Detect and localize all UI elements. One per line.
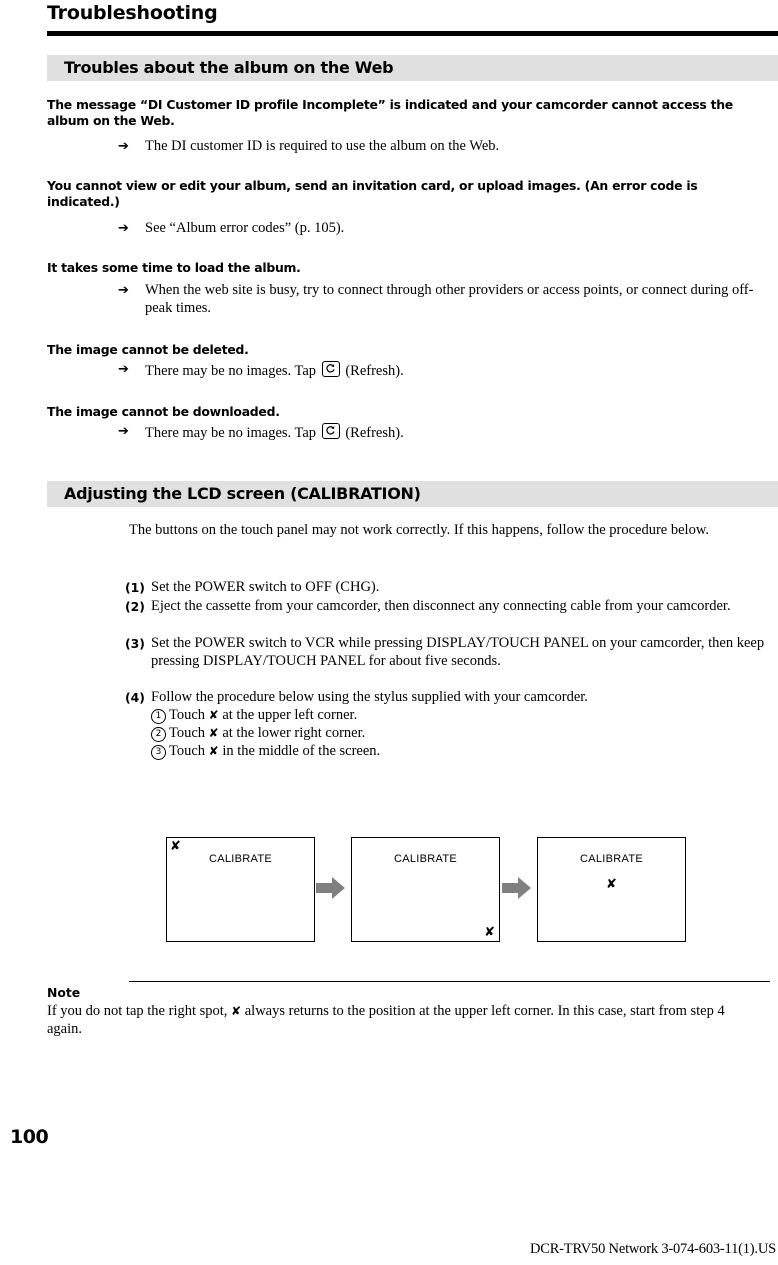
document-footer: DCR-TRV50 Network 3-074-603-11(1).US bbox=[529, 1241, 776, 1257]
calibrate-label: CALIBRATE bbox=[579, 853, 643, 865]
remedy-text-prefix: There may be no images. Tap bbox=[145, 363, 317, 379]
page-title: Troubleshooting bbox=[47, 2, 218, 24]
substep-item: 3 Touch ✘ in the middle of the screen. bbox=[151, 743, 771, 761]
calibrate-label: CALIBRATE bbox=[208, 853, 272, 865]
note-prefix: If you do not tap the right spot, bbox=[47, 1003, 228, 1019]
section-header-label: Troubles about the album on the Web bbox=[64, 58, 394, 77]
flow-arrow-icon bbox=[316, 875, 346, 901]
refresh-icon bbox=[321, 423, 340, 439]
step-text: Set the POWER switch to VCR while pressi… bbox=[151, 635, 765, 669]
step-item: (4) Follow the procedure below using the… bbox=[125, 689, 773, 707]
substep-item: 2 Touch ✘ at the lower right corner. bbox=[151, 725, 771, 743]
arrow-icon: ➔ bbox=[118, 424, 129, 439]
x-mark-icon: ✘ bbox=[606, 877, 617, 892]
section-header-calibration: Adjusting the LCD screen (CALIBRATION) bbox=[47, 481, 778, 507]
x-mark-icon: ✘ bbox=[231, 1004, 242, 1018]
remedy-line: ➔ The DI customer ID is required to use … bbox=[118, 138, 773, 156]
remedy-text-suffix: (Refresh). bbox=[345, 363, 404, 379]
calibrate-label: CALIBRATE bbox=[393, 853, 457, 865]
substep-suffix: at the lower right corner. bbox=[222, 725, 366, 741]
remedy-text: The DI customer ID is required to use th… bbox=[145, 138, 500, 154]
remedy-text: When the web site is busy, try to connec… bbox=[145, 282, 754, 316]
note-body: If you do not tap the right spot, ✘ alwa… bbox=[47, 1003, 747, 1038]
substep-number: 3 bbox=[151, 745, 166, 760]
step-text: Eject the cassette from your camcorder, … bbox=[151, 598, 731, 614]
step-text: Set the POWER switch to OFF (CHG). bbox=[151, 579, 380, 595]
remedy-text: See “Album error codes” (p. 105). bbox=[145, 220, 345, 236]
calibrate-screen-2: CALIBRATE ✘ bbox=[351, 837, 500, 942]
note-divider bbox=[129, 981, 770, 982]
step-item: (1) Set the POWER switch to OFF (CHG). bbox=[125, 579, 773, 597]
remedy-text-prefix: There may be no images. Tap bbox=[145, 425, 317, 441]
note-title: Note bbox=[47, 985, 81, 1000]
remedy-text-suffix: (Refresh). bbox=[345, 425, 404, 441]
arrow-icon: ➔ bbox=[118, 283, 129, 298]
remedy-line: ➔ There may be no images. Tap (Refresh). bbox=[118, 423, 773, 443]
substep-suffix: in the middle of the screen. bbox=[222, 743, 381, 759]
calibrate-screen-1: CALIBRATE ✘ bbox=[166, 837, 315, 942]
x-mark-icon: ✘ bbox=[208, 726, 219, 740]
substep-prefix: Touch bbox=[169, 725, 206, 741]
title-rule bbox=[47, 31, 778, 36]
symptom-heading: It takes some time to load the album. bbox=[47, 260, 301, 275]
step-item: (2) Eject the cassette from your camcord… bbox=[125, 598, 773, 616]
remedy-line: ➔ There may be no images. Tap (Refresh). bbox=[118, 361, 773, 381]
symptom-heading: The image cannot be downloaded. bbox=[47, 404, 280, 419]
symptom-heading: You cannot view or edit your album, send… bbox=[47, 178, 698, 209]
calibration-diagram: CALIBRATE ✘ CALIBRATE ✘ CALIBRATE ✘ bbox=[166, 837, 688, 942]
substep-number: 2 bbox=[151, 727, 166, 742]
refresh-icon bbox=[321, 361, 340, 377]
substep-number: 1 bbox=[151, 709, 166, 724]
step-number: (2) bbox=[125, 599, 145, 614]
remedy-line: ➔ When the web site is busy, try to conn… bbox=[118, 282, 773, 317]
x-mark-icon: ✘ bbox=[208, 708, 219, 722]
substep-item: 1 Touch ✘ at the upper left corner. bbox=[151, 707, 771, 725]
flow-arrow-icon bbox=[502, 875, 532, 901]
page-number: 100 bbox=[10, 1126, 49, 1148]
symptom-heading: The image cannot be deleted. bbox=[47, 342, 249, 357]
x-mark-icon: ✘ bbox=[170, 839, 181, 854]
substep-prefix: Touch bbox=[169, 743, 206, 759]
substep-prefix: Touch bbox=[169, 707, 206, 723]
remedy-text: There may be no images. Tap (Refresh). bbox=[145, 361, 773, 381]
x-mark-icon: ✘ bbox=[208, 744, 219, 758]
step-text: Follow the procedure below using the sty… bbox=[151, 689, 588, 705]
substep-suffix: at the upper left corner. bbox=[222, 707, 358, 723]
section-header-web-album: Troubles about the album on the Web bbox=[47, 55, 778, 81]
arrow-icon: ➔ bbox=[118, 139, 129, 154]
step-number: (1) bbox=[125, 580, 145, 595]
section-header-label: Adjusting the LCD screen (CALIBRATION) bbox=[64, 484, 421, 503]
step-number: (3) bbox=[125, 636, 145, 651]
calibrate-screen-3: CALIBRATE ✘ bbox=[537, 837, 686, 942]
remedy-line: ➔ See “Album error codes” (p. 105). bbox=[118, 220, 773, 238]
symptom-heading: The message “DI Customer ID profile Inco… bbox=[47, 97, 733, 128]
calibration-intro: The buttons on the touch panel may not w… bbox=[129, 522, 709, 538]
arrow-icon: ➔ bbox=[118, 221, 129, 236]
x-mark-icon: ✘ bbox=[484, 925, 495, 940]
remedy-text: There may be no images. Tap (Refresh). bbox=[145, 423, 773, 443]
step-number: (4) bbox=[125, 690, 145, 705]
step-item: (3) Set the POWER switch to VCR while pr… bbox=[125, 635, 773, 670]
arrow-icon: ➔ bbox=[118, 362, 129, 377]
